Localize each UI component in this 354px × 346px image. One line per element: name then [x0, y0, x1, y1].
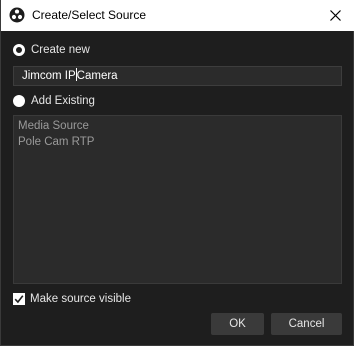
- list-item[interactable]: Pole Cam RTP: [14, 134, 341, 150]
- create-new-radio[interactable]: Create new: [13, 42, 90, 58]
- create-select-source-dialog: Create/Select Source Create new Jimcom I…: [0, 0, 354, 346]
- obs-icon: [9, 7, 25, 23]
- existing-sources-list[interactable]: Media Source Pole Cam RTP: [13, 115, 342, 284]
- window-title: Create/Select Source: [32, 8, 147, 22]
- source-name-input[interactable]: Jimcom IPCamera: [13, 66, 342, 86]
- close-button[interactable]: [317, 0, 354, 31]
- add-existing-radio[interactable]: Add Existing: [13, 93, 95, 109]
- radio-unselected-icon: [13, 95, 25, 107]
- close-icon: [330, 10, 341, 21]
- make-source-visible-checkbox[interactable]: Make source visible: [13, 291, 131, 306]
- cancel-button[interactable]: Cancel: [271, 313, 342, 335]
- create-new-label: Create new: [31, 44, 90, 56]
- ok-button[interactable]: OK: [211, 313, 264, 335]
- source-name-text-before-cursor: Jimcom IP: [22, 70, 76, 82]
- title-bar: Create/Select Source: [1, 0, 354, 31]
- list-item[interactable]: Media Source: [14, 118, 341, 134]
- checkbox-checked-icon: [13, 292, 25, 305]
- add-existing-label: Add Existing: [31, 95, 95, 107]
- source-name-text-after-cursor: Camera: [76, 70, 118, 82]
- radio-selected-icon: [13, 44, 25, 56]
- make-source-visible-label: Make source visible: [30, 292, 131, 305]
